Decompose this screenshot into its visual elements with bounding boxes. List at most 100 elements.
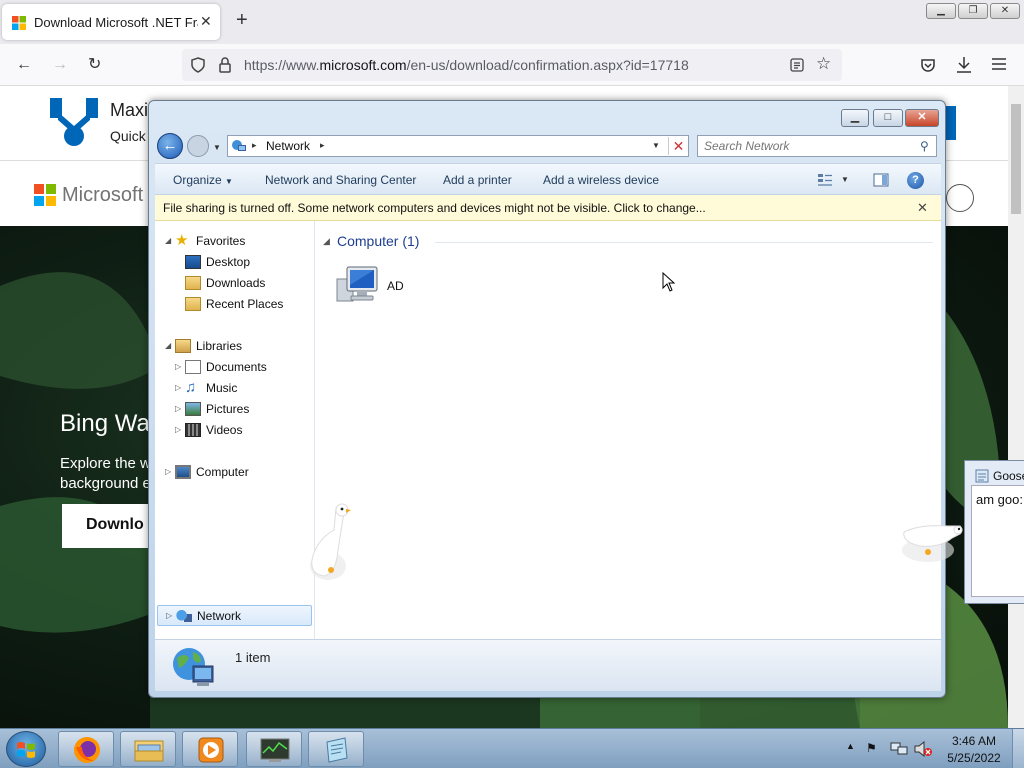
group-header[interactable]: Computer (1) (337, 233, 419, 249)
search-input[interactable] (704, 138, 904, 154)
goose-sprite[interactable] (302, 500, 352, 582)
nav-libraries[interactable]: ◢ Libraries (165, 338, 242, 358)
collapsed-triangle-icon[interactable]: ▷ (175, 383, 185, 392)
stop-refresh-icon[interactable]: ✕ (668, 137, 688, 155)
view-options-dropdown-icon[interactable]: ▼ (841, 175, 849, 184)
nav-recent-places[interactable]: Recent Places (185, 296, 283, 316)
shield-icon[interactable] (190, 57, 206, 73)
file-sharing-infobar[interactable]: File sharing is turned off. Some network… (155, 195, 941, 221)
network-item-ad[interactable]: AD (333, 265, 453, 307)
clock-time[interactable]: 3:46 AM (946, 734, 1002, 748)
collapsed-triangle-icon[interactable]: ▷ (166, 611, 176, 620)
nav-network[interactable]: ▷ Network (157, 605, 312, 626)
documents-icon (185, 359, 201, 374)
notepad-icon (326, 737, 348, 763)
address-path[interactable]: Network (266, 139, 310, 153)
menu-icon[interactable] (992, 58, 1006, 70)
nav-favorites[interactable]: ◢ ★ Favorites (165, 233, 245, 253)
content-pane: ◢ Computer (1) AD (315, 221, 941, 639)
start-orb-icon[interactable] (6, 731, 46, 767)
back-button-icon[interactable]: ← (157, 133, 183, 159)
pocket-icon[interactable] (920, 57, 936, 73)
notepad-text: am goo: (976, 492, 1023, 507)
downloads-icon[interactable] (956, 56, 972, 74)
forward-button-icon[interactable] (187, 135, 209, 157)
taskbar-task-manager-button[interactable] (246, 731, 302, 767)
microsoft-logo-text[interactable]: Microsoft (62, 184, 143, 207)
clock-date[interactable]: 5/25/2022 (944, 751, 1004, 765)
action-center-flag-icon[interactable]: ⚑ (866, 741, 877, 755)
lock-icon[interactable] (218, 57, 232, 73)
organize-menu[interactable]: Organize ▼ (173, 173, 233, 187)
page-scroll-thumb[interactable] (1011, 104, 1021, 214)
group-collapse-icon[interactable]: ◢ (323, 236, 330, 247)
back-arrow-icon[interactable]: ← (16, 55, 32, 75)
nav-music[interactable]: ▷ ♫ Music (175, 380, 237, 400)
new-tab-button[interactable]: + (236, 10, 248, 30)
add-wireless-device-button[interactable]: Add a wireless device (543, 173, 659, 187)
browser-tab-strip: Download Microsoft .NET Fram ✕ + ▁ ❐ ✕ (0, 0, 1024, 44)
page-scrollbar[interactable] (1008, 86, 1024, 728)
taskbar-firefox-button[interactable] (58, 731, 114, 767)
bookmark-star-icon[interactable]: ☆ (816, 54, 831, 74)
taskbar-media-player-button[interactable] (182, 731, 238, 767)
music-icon: ♫ (185, 378, 197, 396)
taskbar: ▲ ⚑ 3:46 AM 5/25/2022 (0, 728, 1024, 768)
address-bar[interactable]: ▸ Network ▸ ▼ ✕ (227, 135, 689, 157)
browser-close-button[interactable]: ✕ (990, 3, 1020, 19)
address-chevron-icon[interactable]: ▸ (320, 140, 325, 151)
tab-close-icon[interactable]: ✕ (200, 13, 212, 30)
collapsed-triangle-icon[interactable]: ▷ (175, 404, 185, 413)
taskbar-notepad-button[interactable] (308, 731, 364, 767)
network-icon (176, 608, 192, 623)
nav-videos[interactable]: ▷ Videos (175, 422, 242, 442)
add-printer-button[interactable]: Add a printer (443, 173, 512, 187)
nav-documents[interactable]: ▷ Documents (175, 359, 267, 379)
show-desktop-button[interactable] (1012, 729, 1024, 768)
goose-notepad-window[interactable]: Goose am goo: (964, 460, 1024, 604)
explorer-folder-icon (134, 740, 164, 762)
search-icon[interactable]: ⚲ (920, 139, 929, 153)
explorer-minimize-button[interactable]: ▁ (841, 109, 869, 127)
browser-minimize-button[interactable]: ▁ (926, 3, 956, 19)
infobar-close-icon[interactable]: ✕ (917, 200, 928, 216)
url-bar[interactable]: https://www.microsoft.com/en-us/download… (182, 49, 842, 81)
libraries-icon (175, 338, 191, 353)
goose-sprite[interactable] (900, 518, 966, 564)
taskbar-explorer-button[interactable] (120, 731, 176, 767)
forward-arrow-icon[interactable]: → (52, 55, 68, 75)
computer-icon (336, 266, 378, 302)
show-hidden-icons[interactable]: ▲ (846, 741, 855, 751)
account-avatar-icon[interactable] (946, 184, 974, 212)
explorer-maximize-button[interactable]: □ (873, 109, 903, 127)
notepad-body[interactable]: am goo: (971, 485, 1024, 597)
volume-muted-icon[interactable] (914, 741, 932, 757)
browser-tab[interactable]: Download Microsoft .NET Fram ✕ (2, 4, 220, 40)
address-chevron-icon[interactable]: ▸ (252, 140, 257, 151)
expanded-triangle-icon[interactable]: ◢ (165, 341, 175, 350)
change-view-icon[interactable] (817, 173, 833, 187)
search-box[interactable]: ⚲ (697, 135, 937, 157)
dotnet-banner-icon (50, 98, 98, 146)
reader-view-icon[interactable] (790, 58, 804, 72)
nav-pictures[interactable]: ▷ Pictures (175, 401, 249, 421)
network-sharing-center-button[interactable]: Network and Sharing Center (265, 173, 416, 187)
nav-computer[interactable]: ▷ Computer (165, 464, 249, 484)
expanded-triangle-icon[interactable]: ◢ (165, 236, 175, 245)
microsoft-logo-icon[interactable] (34, 184, 56, 206)
collapsed-triangle-icon[interactable]: ▷ (165, 467, 175, 476)
recent-pages-dropdown-icon[interactable]: ▼ (213, 143, 221, 152)
browser-maximize-button[interactable]: ❐ (958, 3, 988, 19)
collapsed-triangle-icon[interactable]: ▷ (175, 425, 185, 434)
reload-icon[interactable]: ↻ (88, 55, 101, 75)
collapsed-triangle-icon[interactable]: ▷ (175, 362, 185, 371)
firefox-icon (74, 737, 100, 763)
network-tray-icon[interactable] (890, 741, 908, 757)
nav-desktop[interactable]: Desktop (185, 254, 250, 274)
nav-downloads[interactable]: Downloads (185, 275, 265, 295)
help-icon[interactable]: ? (907, 172, 924, 189)
preview-pane-icon[interactable] (873, 173, 889, 187)
explorer-close-button[interactable]: ✕ (905, 109, 939, 127)
infobar-message[interactable]: File sharing is turned off. Some network… (163, 201, 706, 215)
address-dropdown-icon[interactable]: ▼ (652, 141, 660, 150)
